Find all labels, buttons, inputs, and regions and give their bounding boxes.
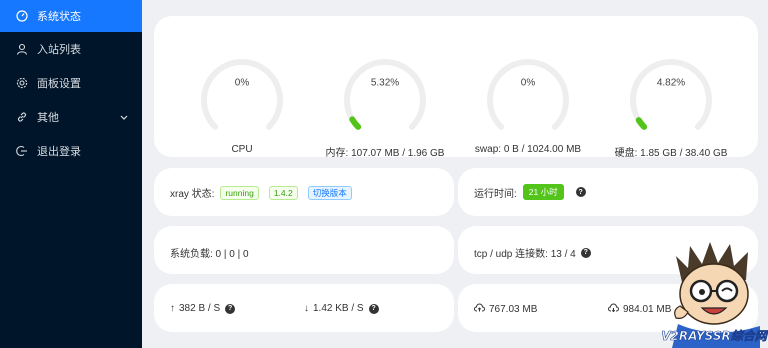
- help-icon[interactable]: ?: [225, 303, 236, 314]
- cpu-label: CPU: [231, 144, 253, 155]
- dashboard-icon: [16, 10, 28, 22]
- help-icon[interactable]: ?: [575, 187, 586, 197]
- logout-icon: [16, 145, 28, 157]
- sidebar-item-logout[interactable]: 退出登录: [0, 135, 142, 167]
- sidebar-item-status[interactable]: 系统状态: [0, 0, 142, 32]
- watermark-text: V2RAYSSR综合网: [661, 329, 768, 343]
- xray-version-badge: 1.4.2: [268, 185, 298, 200]
- sidebar: 系统状态 入站列表 面板设置 其他 退出登录: [0, 0, 142, 348]
- memory-gauge: [344, 59, 426, 130]
- swap-percent: 0%: [520, 77, 536, 89]
- gear-icon: [16, 77, 28, 89]
- swap-gauge: [487, 59, 569, 130]
- cpu-gauge: [201, 59, 283, 130]
- disk-gauge: [630, 59, 712, 130]
- xray-running-badge: running: [220, 185, 259, 200]
- sidebar-item-label: 面板设置: [37, 78, 81, 90]
- disk-percent: 4.82%: [656, 77, 686, 89]
- swap-label: swap: 0 B / 1024.00 MB: [474, 144, 582, 155]
- system-load-card: 系统负载: 0 | 0 | 0: [154, 226, 454, 274]
- system-gauges-card: 0% 5.32% 0% 4.82% CPU 内存: 107.07 MB / 1.…: [154, 16, 758, 159]
- sidebar-item-other[interactable]: 其他: [0, 101, 142, 133]
- xray-status-card: xray 状态: running 1.4.2 切换版本: [154, 168, 454, 216]
- xray-status-label: xray 状态:: [170, 189, 215, 200]
- cpu-percent: 0%: [234, 77, 250, 89]
- sidebar-item-label: 其他: [37, 112, 59, 124]
- download-speed: 1.42 KB / S: [313, 303, 364, 314]
- memory-label: 内存: 107.07 MB / 1.96 GB: [325, 148, 445, 159]
- memory-percent: 5.32%: [370, 77, 400, 89]
- cloud-upload-icon: [474, 303, 485, 315]
- user-icon: [16, 43, 28, 55]
- uptime-label: 运行时间:: [474, 188, 517, 200]
- disk-label: 硬盘: 1.85 GB / 38.40 GB: [614, 148, 728, 159]
- uptime-badge: 21 小时: [522, 184, 564, 200]
- arrow-down-icon: ↓: [304, 303, 309, 314]
- sidebar-item-label: 系统状态: [37, 11, 81, 23]
- watermark-mascot: V2RAYSSR综合网: [661, 242, 768, 348]
- cloud-download-icon: [608, 303, 619, 315]
- network-speed-card: ↑ 382 B / S ? ↓ 1.42 KB / S ?: [154, 284, 454, 332]
- link-icon: [16, 111, 28, 123]
- traffic-sent: 767.03 MB: [489, 303, 538, 315]
- uptime-card: 运行时间: 21 小时 ?: [458, 168, 758, 216]
- sidebar-item-label: 入站列表: [37, 44, 81, 56]
- connections-label: tcp / udp 连接数: 13 / 4: [474, 249, 576, 260]
- sidebar-item-settings[interactable]: 面板设置: [0, 67, 142, 99]
- switch-version-button[interactable]: 切换版本: [307, 185, 352, 200]
- system-load-label: 系统负载: 0 | 0 | 0: [170, 249, 249, 260]
- sidebar-item-inbounds[interactable]: 入站列表: [0, 33, 142, 65]
- chevron-down-icon: [120, 112, 128, 124]
- sidebar-item-label: 退出登录: [37, 146, 81, 158]
- upload-speed: 382 B / S: [179, 303, 221, 314]
- help-icon[interactable]: ?: [580, 247, 591, 258]
- help-icon[interactable]: ?: [368, 303, 379, 314]
- arrow-up-icon: ↑: [170, 303, 175, 314]
